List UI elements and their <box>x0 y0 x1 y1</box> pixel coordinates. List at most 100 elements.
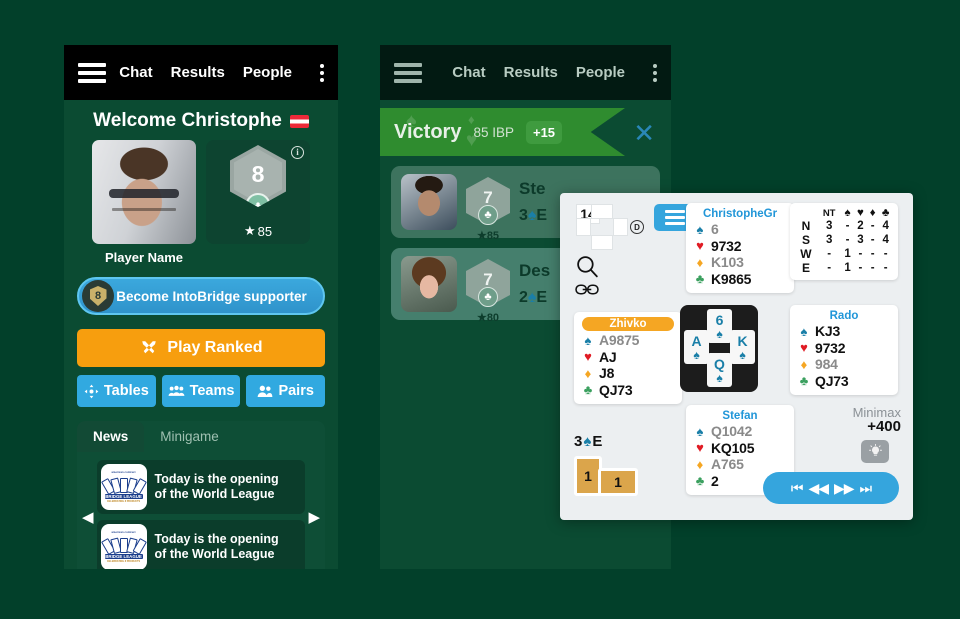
cell-e-nt: - <box>827 262 832 274</box>
cell-n-nt: 3 <box>825 220 833 232</box>
list-item[interactable]: american contract BRIDGE LEAGUE CELEBRAT… <box>96 520 306 569</box>
skip-last-icon[interactable]: ⏭ <box>860 480 873 497</box>
pairs-label: Pairs <box>278 383 314 399</box>
bridge-deal-modal: 14 D ChristopheGr ♠ 6 ♥ 9732 ♦ K103 ♣ K9865 … <box>560 193 913 520</box>
club-icon: ♣ <box>583 382 593 398</box>
row-dir-n: N <box>801 219 811 233</box>
trick-counter-ew: 1 <box>598 468 638 496</box>
col-heart-icon: ♥ <box>856 207 864 219</box>
dealer-marker: D <box>630 220 644 234</box>
nav-link-chat[interactable]: Chat <box>119 64 152 81</box>
hand-east-name: Rado <box>829 310 859 322</box>
become-supporter-button[interactable]: 8 Become IntoBridge supporter <box>77 277 325 315</box>
double-dummy-table: NT ♠ ♥ ♦ ♣ N 3 - 2 - 4 S 3 - 3 - 4 W - 1… <box>790 203 898 280</box>
cell-e-diamond: - <box>870 262 875 274</box>
spade-cards: 6 <box>711 221 719 237</box>
cell-w-nt: - <box>827 248 832 260</box>
club-icon: ♣ <box>695 473 705 489</box>
kebab-menu-icon[interactable] <box>320 63 324 82</box>
trick-card-north[interactable]: 6 ♠ <box>707 309 732 343</box>
link-icon[interactable] <box>575 281 599 303</box>
club-cards: QJ73 <box>815 372 849 389</box>
spade-cards: Q1042 <box>711 423 753 439</box>
news-next-arrow[interactable]: ▶ <box>305 508 323 526</box>
hamburger-icon[interactable] <box>394 62 422 83</box>
info-icon[interactable]: i <box>291 146 304 159</box>
tables-button[interactable]: Tables <box>77 375 156 407</box>
board-east-cell <box>613 218 628 236</box>
rank-star-count: 85 <box>257 223 273 239</box>
suit-row: ♥ 9732 <box>694 238 786 255</box>
supporter-shield-icon: 8 <box>82 280 114 312</box>
heart-icon: ♥ <box>696 238 704 254</box>
tab-news[interactable]: News <box>77 421 145 452</box>
rewind-icon[interactable]: ◀◀ <box>808 480 829 497</box>
club-cards: 2 <box>711 472 719 489</box>
nav-link-results[interactable]: Results <box>504 64 558 81</box>
suit-row: ♠ Q1042 <box>694 423 786 440</box>
logo-top-text: american contract <box>111 531 136 534</box>
nav-link-people[interactable]: People <box>243 64 292 81</box>
cell-w-spade: 1 <box>844 248 851 260</box>
skip-first-icon[interactable]: ⏮ <box>791 480 804 497</box>
row-dir-s: S <box>801 233 810 247</box>
rank-card: i 8 ♣ ★ 85 <box>206 140 310 244</box>
forward-icon[interactable]: ▶▶ <box>834 480 855 497</box>
hand-north-name: ChristopheGr <box>702 208 778 220</box>
heart-cards: 9732 <box>711 237 742 254</box>
cell-w-heart: - <box>858 248 863 260</box>
suit-row: ♠ KJ3 <box>798 323 890 340</box>
hamburger-icon[interactable] <box>78 62 106 83</box>
home-nav-links: Chat Results People <box>119 63 324 82</box>
tricks-won-stack: 1 1 <box>574 456 652 498</box>
news-item-list: american contract BRIDGE LEAGUE CELEBRAT… <box>96 456 306 569</box>
hand-west-name: Zhivko <box>582 317 674 331</box>
play-ranked-button[interactable]: Play Ranked <box>77 329 325 367</box>
pairs-button[interactable]: Pairs <box>246 375 326 407</box>
col-spade-icon: ♠ <box>844 207 851 219</box>
spade-icon: ♠ <box>716 370 723 385</box>
cell-n-spade: - <box>845 220 850 232</box>
trick-card-east[interactable]: K ♠ <box>730 330 755 364</box>
news-card: News Minigame ◀ american contract BRIDGE… <box>77 421 325 569</box>
home-screen: Chat Results People Welcome Christophe P… <box>64 45 338 569</box>
minimax-score: Minimax +400 <box>853 405 901 435</box>
playback-controls[interactable]: ⏮ ◀◀ ▶▶ ⏭ <box>763 472 899 504</box>
news-prev-arrow[interactable]: ◀ <box>79 508 97 526</box>
teams-button[interactable]: Teams <box>161 375 241 407</box>
search-icon[interactable] <box>575 254 600 284</box>
rank-stars: ★85 <box>476 230 500 242</box>
hand-west: Zhivko ♠ A9875 ♥ AJ ♦ J8 ♣ QJ73 <box>574 312 682 405</box>
trick-west-rank: A <box>691 332 702 349</box>
swords-icon <box>142 341 157 354</box>
nav-link-results[interactable]: Results <box>171 64 225 81</box>
victory-banner: ♠ ♦ ♥ Victory 85 IBP +15 ✕ <box>380 100 671 156</box>
suit-row: ♦ 984 <box>798 356 890 373</box>
suit-row: ♥ 9732 <box>798 340 890 357</box>
suit-row: ♦ A765 <box>694 456 786 473</box>
suit-row: ♠ A9875 <box>582 332 674 349</box>
avatar[interactable] <box>92 140 196 244</box>
spade-icon: ♠ <box>584 332 592 348</box>
table-row: N 3 - 2 - 4 <box>795 219 893 233</box>
rank-level: 8 <box>251 160 265 187</box>
trick-card-south[interactable]: Q ♠ <box>707 353 732 387</box>
trick-card-west[interactable]: A ♠ <box>684 330 709 364</box>
nav-link-chat[interactable]: Chat <box>452 64 485 81</box>
lightbulb-icon[interactable] <box>861 440 889 463</box>
list-item[interactable]: american contract BRIDGE LEAGUE CELEBRAT… <box>96 460 306 514</box>
table-row: S 3 - 3 - 4 <box>795 233 893 247</box>
nav-link-people[interactable]: People <box>576 64 625 81</box>
hand-south-name: Stefan <box>722 410 758 422</box>
tab-minigame[interactable]: Minigame <box>144 421 235 452</box>
col-diamond-icon: ♦ <box>869 207 876 219</box>
close-icon[interactable]: ✕ <box>633 120 655 146</box>
logo-sub-text: CELEBRATING 8 PRODUCTS <box>106 560 141 563</box>
rank-stars: ★85 <box>244 223 272 239</box>
trick-south-rank: Q <box>714 355 725 372</box>
acbl-logo-icon: american contract BRIDGE LEAGUE CELEBRAT… <box>100 524 147 569</box>
supporter-badge-number: 8 <box>89 286 107 306</box>
suit-row: ♣ QJ73 <box>582 382 674 399</box>
victory-points: +15 <box>525 120 563 144</box>
kebab-menu-icon[interactable] <box>653 63 657 82</box>
